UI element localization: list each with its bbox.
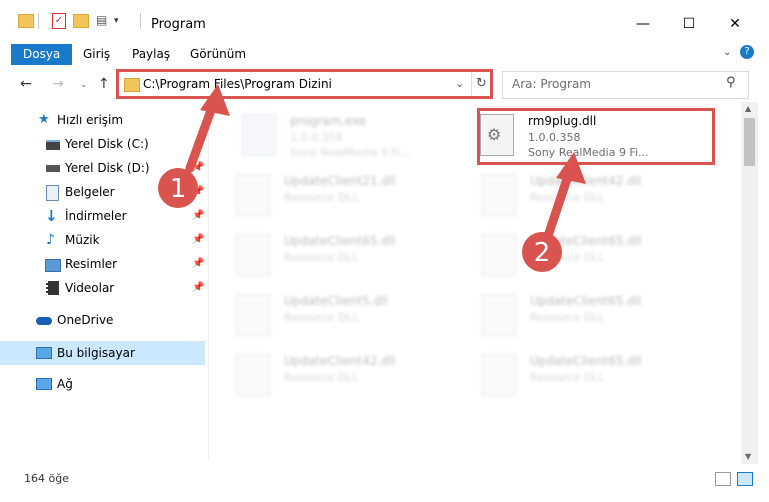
status-bar — [0, 466, 769, 502]
annotation-arrowhead-2 — [556, 152, 586, 184]
annotation-number-2: 2 — [533, 238, 551, 268]
item-count: 164 öğe — [24, 472, 69, 485]
annotation-arrowhead-1 — [200, 84, 230, 116]
annotation-overlay — [158, 84, 586, 272]
annotation-number-1: 1 — [169, 174, 187, 204]
large-icons-view-icon[interactable] — [737, 472, 753, 486]
details-view-icon[interactable] — [715, 472, 731, 486]
